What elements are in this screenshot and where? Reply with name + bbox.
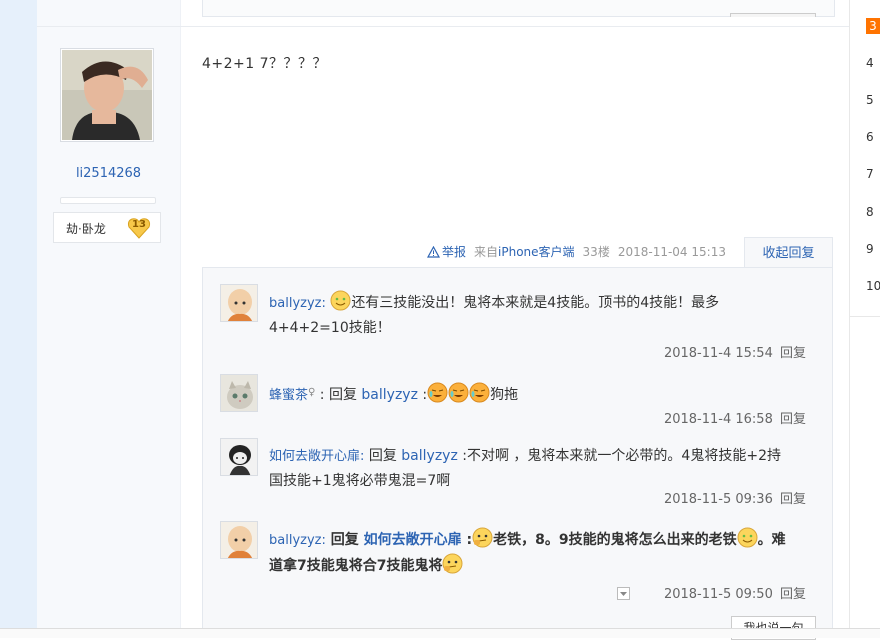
collapse-replies-button[interactable]: 收起回复 xyxy=(744,237,833,268)
reply-target-user[interactable]: ballyzyz xyxy=(401,448,458,464)
smile-emoji-icon xyxy=(330,290,351,311)
reply-word: 回复 xyxy=(330,532,359,548)
post-content: 4+2+1 7？？？？ xyxy=(202,56,328,72)
pager-item[interactable]: 6 xyxy=(866,130,874,144)
report-link[interactable]: 举报 xyxy=(427,243,466,260)
laugh-cry-emoji-icon xyxy=(469,382,490,403)
reply-username[interactable]: ballyzyz: xyxy=(269,296,326,311)
laugh-cry-emoji-icon xyxy=(448,382,469,403)
reply-content: :不对啊 ，鬼将本来就一个必带的。4鬼将技能+2持 xyxy=(462,448,781,464)
gender-icon: ♀ xyxy=(308,387,316,398)
avatar-photo xyxy=(62,50,152,140)
pager-item-active[interactable]: 3 xyxy=(866,18,880,34)
reply-content: 狗拖 xyxy=(490,387,519,403)
warning-icon xyxy=(427,245,440,258)
reply-avatar[interactable] xyxy=(220,438,258,476)
reply-time: 2018-11-4 15:54 回复 xyxy=(664,342,806,361)
previous-reply-box xyxy=(202,0,835,17)
reply-avatar[interactable] xyxy=(220,284,258,322)
reply-username[interactable]: 蜂蜜茶 xyxy=(269,388,308,403)
pager-item[interactable]: 7 xyxy=(866,167,874,181)
reply-text: ballyzyz: 还有三技能没出！鬼将本来就是4技能。顶书的4技能！最多 4+… xyxy=(269,290,821,341)
reply-button[interactable]: 回复 xyxy=(780,492,806,507)
reply-timestamp: 2018-11-4 15:54 xyxy=(663,346,773,361)
reply-timestamp: 2018-11-5 09:36 xyxy=(663,492,773,507)
post-username[interactable]: li2514268 xyxy=(37,166,180,181)
client-source: 来自iPhone客户端 xyxy=(474,245,575,259)
reply-content-cont: 国技能+1鬼将必带鬼混=7啊 xyxy=(269,473,451,489)
post-divider xyxy=(37,26,849,27)
reply-time: 2018-11-5 09:50 回复 xyxy=(664,583,806,602)
reply-button[interactable]: 回复 xyxy=(780,412,806,427)
reply-content-cont: 。难 xyxy=(757,532,786,548)
level-heart-icon: 13 xyxy=(127,217,151,239)
client-link[interactable]: iPhone客户端 xyxy=(498,245,575,259)
smile-emoji-icon xyxy=(737,527,758,548)
anime-avatar xyxy=(221,439,257,475)
report-label: 举报 xyxy=(442,245,467,259)
pager-item[interactable]: 4 xyxy=(866,56,874,70)
reply-content-cont: 4+4+2=10技能！ xyxy=(269,320,391,336)
reply-text: 如何去敞开心扉: 回复 ballyzyz :不对啊 ，鬼将本来就一个必带的。4鬼… xyxy=(269,444,821,494)
reply-content: 还有三技能没出！鬼将本来就是4技能。顶书的4技能！最多 xyxy=(351,295,720,311)
reply-timestamp: 2018-11-4 16:58 xyxy=(663,412,773,427)
pager-item[interactable]: 9 xyxy=(866,242,874,256)
laugh-cry-emoji-icon xyxy=(427,382,448,403)
reply-content: 老铁，8。9技能的鬼将怎么出来的老铁 xyxy=(493,532,737,548)
bald-cartoon-avatar xyxy=(221,522,257,558)
pager-item[interactable]: 10 xyxy=(866,279,880,293)
thinking-emoji-icon xyxy=(442,553,463,574)
reply-avatar[interactable] xyxy=(220,374,258,412)
reply-text: ballyzyz: 回复 如何去敞开心扉 : 老铁，8。9技能的鬼将怎么出来的老铁… xyxy=(269,527,821,579)
reply-word: : 回复 xyxy=(319,387,357,403)
cat-avatar xyxy=(221,375,257,411)
reply-avatar[interactable] xyxy=(220,521,258,559)
right-divider xyxy=(849,316,880,317)
left-edge-panel xyxy=(0,0,37,637)
reply-list: ballyzyz: 还有三技能没出！鬼将本来就是4技能。顶书的4技能！最多 4+… xyxy=(202,267,833,637)
reply-word: 回复 xyxy=(368,448,397,464)
level-number: 13 xyxy=(132,219,146,230)
reply-content-cont2: 道拿7技能鬼将合7技能鬼将 xyxy=(269,558,443,574)
floor-number: 33楼 xyxy=(582,245,610,259)
reply-username[interactable]: 如何去敞开心扉: xyxy=(269,449,364,464)
reply-button[interactable]: 回复 xyxy=(780,587,806,602)
avatar[interactable] xyxy=(60,48,154,142)
thinking-emoji-icon xyxy=(472,527,493,548)
user-progress-line xyxy=(60,197,156,204)
pager-item[interactable]: 5 xyxy=(866,93,874,107)
reply-time: 2018-11-5 09:36 回复 xyxy=(664,488,806,507)
chevron-down-icon xyxy=(620,592,627,596)
reply-target-user[interactable]: 如何去敞开心扉 xyxy=(364,532,462,548)
reply-text: 蜂蜜茶♀ : 回复 ballyzyz : 狗拖 xyxy=(269,380,821,408)
right-sidebar xyxy=(849,0,880,637)
level-badge-box[interactable]: 劫·卧龙 13 xyxy=(53,212,161,243)
level-name: 劫·卧龙 xyxy=(66,222,106,236)
reply-button[interactable]: 回复 xyxy=(780,346,806,361)
post-time: 2018-11-04 15:13 xyxy=(617,244,726,259)
reply-time: 2018-11-4 16:58 回复 xyxy=(664,408,806,427)
reply-timestamp: 2018-11-5 09:50 xyxy=(663,587,773,602)
pager-item[interactable]: 8 xyxy=(866,205,874,219)
expand-toggle[interactable] xyxy=(617,587,630,600)
reply-username[interactable]: ballyzyz: xyxy=(269,533,326,548)
reply-target-user[interactable]: ballyzyz xyxy=(361,387,418,403)
bald-cartoon-avatar xyxy=(221,285,257,321)
previous-say-button[interactable] xyxy=(730,13,816,17)
post-tail: 举报 来自iPhone客户端 33楼 2018-11-04 15:13 xyxy=(427,243,726,260)
